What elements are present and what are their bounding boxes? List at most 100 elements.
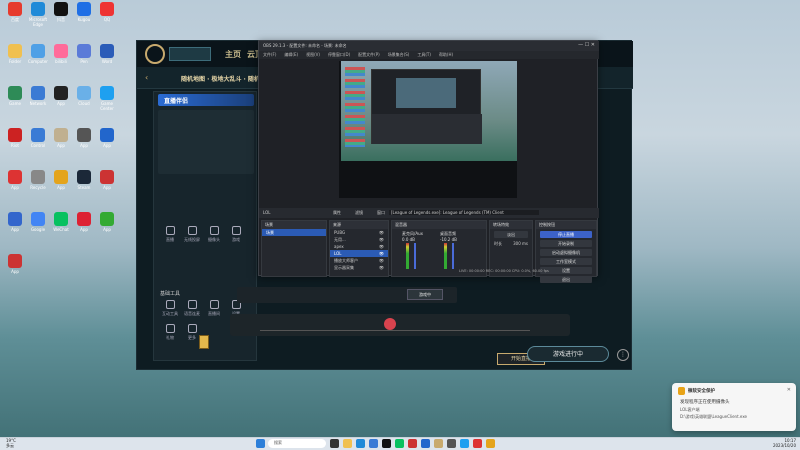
desktop-fader[interactable] [452,243,454,269]
source-item[interactable]: LOL 👁 [330,250,388,257]
media-progress[interactable] [260,330,530,331]
more-options-icon[interactable]: ⋮ [617,349,629,361]
eye-icon[interactable]: 👁 [379,258,384,263]
app-icon [100,170,114,184]
control-button[interactable]: 启动虚拟摄像机 [540,249,592,256]
menu-item[interactable]: 文件(F) [263,52,276,57]
desktop-icon[interactable]: App [94,212,120,232]
source-item[interactable]: apex 👁 [330,243,388,250]
menu-item[interactable]: 停靠窗口(D) [328,52,350,57]
window-controls[interactable]: — ☐ ✕ [578,42,595,48]
control-button[interactable]: 工作室模式 [540,258,592,265]
menu-item[interactable]: 编辑(E) [284,52,298,57]
desktop-icon[interactable]: App [2,254,28,274]
app-icon[interactable] [408,439,417,448]
app-icon [77,2,91,16]
desktop-icon-label: App [80,143,88,148]
eye-icon[interactable]: 👁 [379,230,384,235]
back-icon[interactable]: ‹ [145,73,148,82]
wechat-icon[interactable] [395,439,404,448]
lol-taskbar-icon[interactable] [434,439,443,448]
record-icon[interactable] [384,318,396,330]
tool-cast[interactable]: 无线投屏 [182,224,202,246]
taskview-icon[interactable] [330,439,339,448]
tool-live[interactable]: 直播 [160,224,180,246]
source-item[interactable]: PUBG 👁 [330,229,388,236]
eye-icon[interactable]: 👁 [379,265,384,270]
edge-icon[interactable] [356,439,365,448]
duration-input[interactable]: 300 ms [513,241,528,246]
taskbar-clock[interactable]: 10:17 2023/10/20 [768,438,796,448]
window-label: 窗口 [377,210,385,215]
obs-status-bar: LIVE: 00:00:00 REC: 00:00:00 CPU: 0.0%, … [459,269,549,273]
shield-icon [678,387,685,395]
control-button[interactable]: 停止直播 [540,231,592,238]
tool-interact[interactable]: 互动工具 [160,298,180,320]
app-icon[interactable] [447,439,456,448]
eye-icon[interactable]: 👁 [379,244,384,249]
tool-voice[interactable]: 语音连麦 [182,298,202,320]
filters-button[interactable]: 滤镜 [355,210,363,216]
desktop-icon[interactable]: App [94,170,120,190]
app-icon[interactable] [486,439,495,448]
menu-item[interactable]: 视图(V) [306,52,320,57]
eye-icon[interactable]: 👁 [379,237,384,242]
tool-gift[interactable]: 礼物 [160,322,180,344]
desktop-icon-label: App [103,185,111,190]
source-item[interactable]: 无用... 👁 [330,236,388,243]
desktop-icon[interactable]: Word [94,44,120,64]
scene-item[interactable]: 场景 [262,229,326,236]
source-label: LOL [334,251,342,256]
lol-play-button[interactable] [169,47,211,61]
mic-fader[interactable] [414,243,416,269]
desktop-icon-label: Cloud [78,101,90,106]
app-icon [8,128,22,142]
live-preview-area [158,110,254,174]
app-icon[interactable] [460,439,469,448]
store-icon[interactable] [369,439,378,448]
lol-nav-home[interactable]: 主页 [225,49,241,60]
game-in-progress-button[interactable]: 游戏进行中 [527,346,609,362]
obs-taskbar-icon[interactable] [421,439,430,448]
obs-title-bar: OBS 29.1.3 - 配置文件: 未命名 - 场景: 未命名 — ☐ ✕ [259,41,599,51]
tool-game[interactable]: 游戏 [226,224,246,246]
desktop-icon[interactable]: QQ [94,2,120,22]
in-game-button[interactable]: 游戏中 [407,289,443,300]
live-tools-grid: 直播 无线投屏 摄像头 游戏 [158,224,254,246]
control-button[interactable]: 退出 [540,276,592,283]
menu-item[interactable]: 工具(T) [417,52,431,57]
desktop-icon-label: Control [30,143,46,148]
desktop-icons: 百度 Microsoft Edge 抖音 Kugou QQ Folder Computer b… [0,0,140,305]
explorer-icon[interactable] [343,439,352,448]
obs-preview[interactable] [339,61,517,198]
tool-room[interactable]: 直播间 [204,298,224,320]
preview-screenshot [341,61,517,161]
window-select[interactable]: [League of Legends.exe]: League of Legen… [389,210,539,215]
weather-widget[interactable]: 19°C 多云 [6,438,16,448]
menu-item[interactable]: 配置文件(P) [358,52,380,57]
eye-icon[interactable]: 👁 [379,251,384,256]
app-icon [8,44,22,58]
scenes-title: 场景 [262,221,326,229]
app-icon [31,212,45,226]
tool-camera[interactable]: 摄像头 [204,224,224,246]
taskbar-search[interactable]: 搜索 [268,439,326,448]
start-icon[interactable] [256,439,265,448]
douyin-icon[interactable] [382,439,391,448]
source-item[interactable]: 显示器采集 👁 [330,264,388,271]
app-icon[interactable] [473,439,482,448]
desktop-icon[interactable]: Game Center [94,86,120,111]
security-notification[interactable]: 微软安全保护 ✕ 发现程序正在使用摄像头 LOL客户端 D:\游戏\英雄联盟\L… [672,383,796,431]
source-item[interactable]: 播放大师客户 👁 [330,257,388,264]
properties-button[interactable]: 属性 [333,210,341,216]
desktop-icon-label: Folder [8,59,22,64]
menu-item[interactable]: 场景集合(S) [388,52,410,57]
duration-row: 时长 300 ms [494,241,528,246]
close-icon[interactable]: ✕ [787,387,791,393]
transition-select[interactable]: 淡出 [494,231,528,238]
desktop-icon-label: Steam [77,185,91,190]
control-button[interactable]: 开始录制 [540,240,592,247]
desktop-icon-label: Riot [11,143,19,148]
desktop-icon[interactable]: App [94,128,120,148]
menu-item[interactable]: 帮助(H) [439,52,453,57]
